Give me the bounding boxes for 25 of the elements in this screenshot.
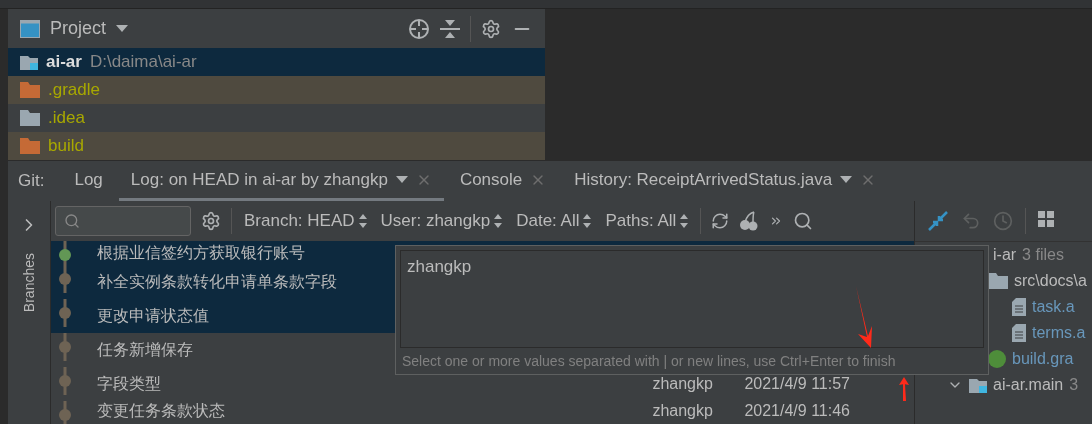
item-name: build <box>48 136 84 157</box>
file-count: 3 <box>1069 376 1079 394</box>
file-name: build.gra <box>1012 350 1074 368</box>
commit-author: zhangkp <box>652 375 714 393</box>
commit-message: 任务新增保存 <box>97 339 193 360</box>
commit-message: 补全实例条款转化申请单条款字段 <box>97 271 337 292</box>
commit-message: 根据业信签约方获取银行账号 <box>97 242 305 263</box>
file-name: ai-ar.main <box>993 376 1064 394</box>
item-name: ai-ar <box>46 52 82 73</box>
item-name: .gradle <box>48 80 100 101</box>
file-name: terms.a <box>1032 324 1086 342</box>
file-count: 3 files <box>1022 246 1064 264</box>
file-name: task.a <box>1032 298 1075 316</box>
item-path: D:\daima\ai-ar <box>89 52 197 73</box>
commit-date: 2021/4/9 11:46 <box>744 402 850 420</box>
file-name: src\docs\a <box>1014 272 1087 290</box>
item-name: .idea <box>48 108 85 129</box>
commit-author: zhangkp <box>652 402 714 420</box>
commit-date: 2021/4/9 11:57 <box>744 375 850 393</box>
commit-message: 字段类型 <box>97 373 161 394</box>
git-label: Git: <box>18 171 45 191</box>
file-name: i-ar <box>993 246 1017 264</box>
commit-message: 变更任务条款状态 <box>97 400 225 421</box>
hint-text: Select one or more values separated with | or new lines, use Ctrl+Enter to finish <box>401 352 897 371</box>
commit-message: 更改申请状态值 <box>97 305 209 326</box>
